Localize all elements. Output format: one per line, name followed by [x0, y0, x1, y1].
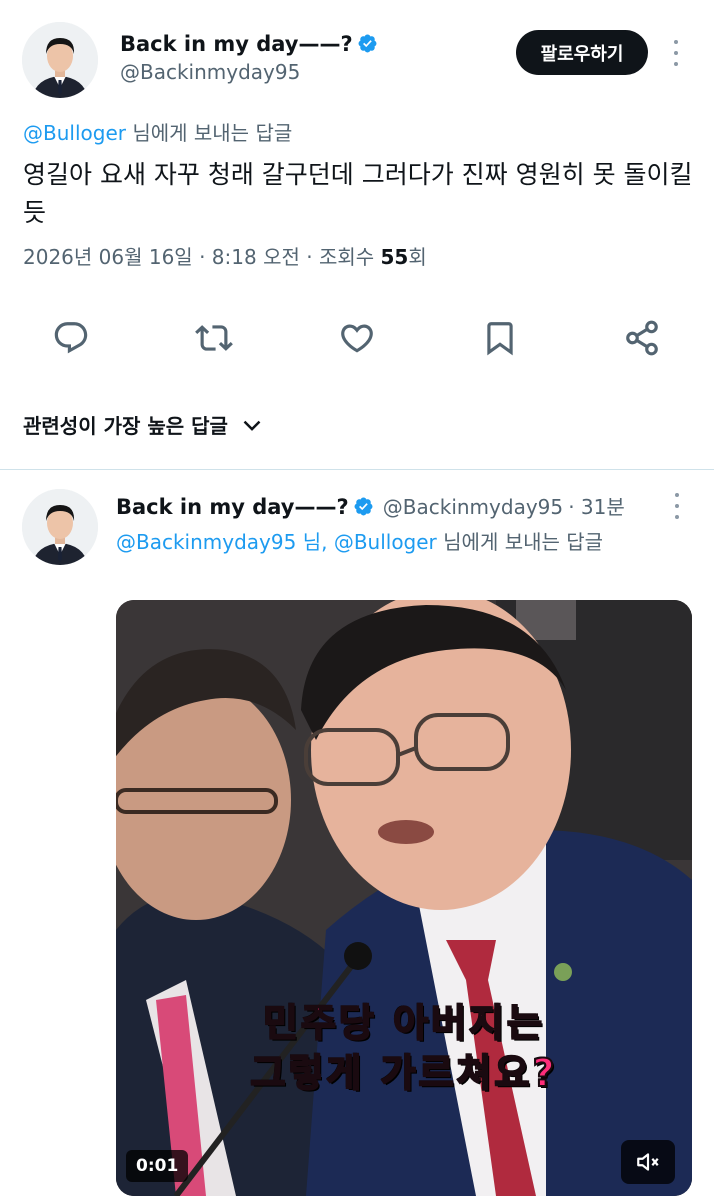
- sort-label: 관련성이 가장 높은 답글: [23, 414, 228, 438]
- share-button[interactable]: [620, 316, 664, 360]
- reply-sort-selector[interactable]: 관련성이 가장 높은 답글: [23, 410, 262, 439]
- author-avatar[interactable]: [22, 22, 98, 98]
- divider: [0, 469, 714, 470]
- video-frame: [116, 600, 692, 1196]
- views-count: 55: [380, 245, 409, 269]
- retweet-button[interactable]: [192, 316, 236, 360]
- reply-author-handle[interactable]: @Backinmyday95: [383, 495, 563, 519]
- chevron-down-icon: [243, 420, 261, 431]
- reply-replying-to: @Backinmyday95 님, @Bulloger 님에게 보내는 답글: [116, 526, 603, 555]
- avatar-portrait: [22, 22, 98, 98]
- video-caption-line-2: 그렇게 가르쳐요?: [250, 1050, 558, 1096]
- retweet-icon: [195, 325, 233, 351]
- tweet-meta: 2026년 06월 16일 · 8:18 오전 · 조회수 55회: [23, 245, 427, 269]
- reply-to-suffix: 님에게 보내는 답글: [443, 530, 604, 554]
- reply-icon: [54, 322, 88, 354]
- author-name[interactable]: Back in my day——?: [120, 32, 353, 56]
- reply-to-suffix: 님에게 보내는 답글: [132, 121, 293, 145]
- bookmark-icon: [487, 322, 513, 356]
- tweet-time[interactable]: 8:18 오전: [212, 245, 300, 269]
- tweet-text: 영길아 요새 자꾸 청래 갈구던데 그러다가 진짜 영원히 못 돌이킬 듯: [23, 160, 693, 227]
- reply-button[interactable]: [49, 316, 93, 360]
- views-suffix: 회: [408, 245, 427, 269]
- video-time-badge: 0:01: [126, 1150, 189, 1182]
- reply-age[interactable]: 31분: [581, 495, 625, 519]
- author-name-row[interactable]: Back in my day——?: [120, 32, 378, 56]
- reply-author-name[interactable]: Back in my day——?: [116, 495, 349, 519]
- tweet-date[interactable]: 2026년 06월 16일: [23, 245, 193, 269]
- share-icon: [626, 320, 658, 356]
- mute-button[interactable]: [621, 1140, 675, 1184]
- reply-author-avatar[interactable]: [22, 489, 98, 565]
- bookmark-button[interactable]: [478, 316, 522, 360]
- reply-mention-link[interactable]: @Bulloger: [23, 121, 126, 145]
- like-button[interactable]: [335, 316, 379, 360]
- avatar-portrait: [22, 489, 98, 565]
- more-options-icon[interactable]: [669, 40, 683, 66]
- like-icon: [341, 324, 373, 353]
- verified-badge-icon: [354, 497, 373, 516]
- follow-button[interactable]: 팔로우하기: [516, 30, 648, 75]
- reply-more-options-icon[interactable]: [670, 493, 684, 519]
- reply-mentions-link[interactable]: @Backinmyday95 님, @Bulloger: [116, 530, 437, 554]
- replying-to: @Bulloger 님에게 보내는 답글: [23, 117, 292, 146]
- volume-muted-icon: [637, 1153, 659, 1171]
- reply-header: Back in my day——? @Backinmyday95 · 31분: [116, 495, 625, 519]
- views-label: 조회수: [318, 245, 375, 269]
- video-player[interactable]: 민주당 아버지는 그렇게 가르쳐요? 0:01: [116, 600, 692, 1196]
- video-caption-line-1: 민주당 아버지는: [262, 1000, 545, 1046]
- author-handle[interactable]: @Backinmyday95: [120, 60, 300, 84]
- verified-badge-icon: [358, 34, 377, 53]
